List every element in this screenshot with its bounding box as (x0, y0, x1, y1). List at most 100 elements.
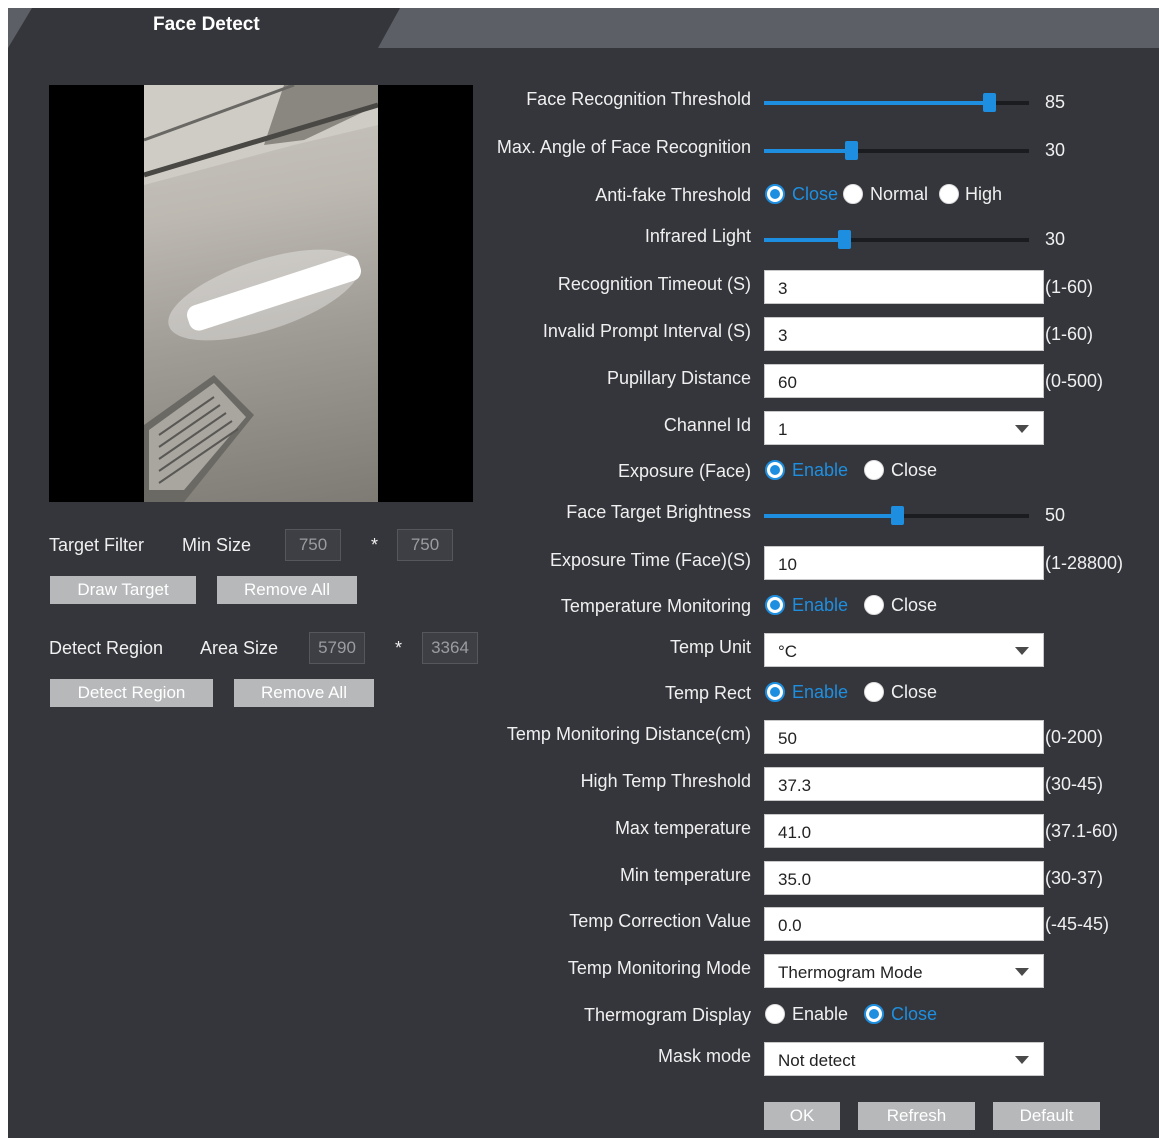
temp-correction-label: Temp Correction Value (569, 911, 751, 931)
temp-rect-close-radio[interactable] (864, 682, 884, 702)
anti-fake-high-radio[interactable] (939, 184, 959, 204)
min-size-height-input[interactable]: 750 (397, 529, 453, 561)
exposure-face-enable-label[interactable]: Enable (792, 460, 848, 481)
max-temperature-label: Max temperature (614, 818, 751, 838)
thermogram-display-close-radio[interactable] (864, 1004, 884, 1024)
exposure-time-input[interactable]: 10 (764, 546, 1044, 580)
temp-monitoring-distance-input[interactable]: 50 (764, 720, 1044, 754)
temperature-monitoring-enable-label[interactable]: Enable (792, 595, 848, 616)
temp-rect-close-label[interactable]: Close (891, 682, 937, 703)
slider-handle[interactable] (890, 506, 904, 525)
max-angle-slider[interactable] (764, 141, 1029, 160)
slider-fill (764, 149, 852, 153)
exposure-face-enable-radio[interactable] (765, 460, 785, 480)
channel-id-label: Channel Id (663, 415, 751, 435)
high-temp-threshold-label: High Temp Threshold (580, 771, 751, 791)
min-temperature-input[interactable]: 35.0 (764, 861, 1044, 895)
temp-unit-select[interactable]: °C (764, 633, 1044, 667)
temperature-monitoring-close-radio[interactable] (864, 595, 884, 615)
invalid-prompt-interval-range: (1-60) (1045, 324, 1094, 344)
anti-fake-high-label[interactable]: High (965, 184, 1002, 205)
detect-region-button[interactable]: Detect Region (50, 679, 213, 707)
chevron-down-icon (1015, 1056, 1029, 1064)
slider-handle[interactable] (983, 93, 997, 112)
thermogram-display-enable-label[interactable]: Enable (792, 1004, 848, 1025)
thermogram-display-close-label[interactable]: Close (891, 1004, 937, 1025)
area-size-separator: * (395, 638, 403, 658)
draw-target-button[interactable]: Draw Target (50, 576, 196, 604)
infrared-light-slider[interactable] (764, 230, 1029, 249)
temp-unit-label: Temp Unit (669, 637, 751, 657)
default-button[interactable]: Default (993, 1102, 1100, 1130)
min-temperature-label: Min temperature (619, 865, 751, 885)
mask-mode-select[interactable]: Not detect (764, 1042, 1044, 1076)
face-recognition-threshold-label: Face Recognition Threshold (526, 89, 751, 109)
slider-fill (764, 238, 844, 242)
pupillary-distance-label: Pupillary Distance (606, 368, 751, 388)
invalid-prompt-interval-input[interactable]: 3 (764, 317, 1044, 351)
exposure-time-range: (1-28800) (1045, 553, 1124, 573)
min-size-separator: * (371, 535, 379, 555)
slider-handle[interactable] (837, 230, 851, 249)
temp-rect-label: Temp Rect (664, 683, 751, 703)
channel-id-value: 1 (778, 420, 788, 439)
temperature-monitoring-label: Temperature Monitoring (560, 596, 751, 616)
chevron-down-icon (1015, 968, 1029, 976)
high-temp-threshold-input[interactable]: 37.3 (764, 767, 1044, 801)
pupillary-distance-range: (0-500) (1045, 371, 1104, 391)
mask-mode-label: Mask mode (657, 1046, 751, 1066)
temp-monitoring-distance-range: (0-200) (1045, 727, 1104, 747)
exposure-face-label: Exposure (Face) (617, 461, 751, 481)
face-recognition-threshold-slider[interactable] (764, 93, 1029, 112)
invalid-prompt-interval-label: Invalid Prompt Interval (S) (542, 321, 751, 341)
area-size-width-input[interactable]: 5790 (309, 632, 365, 664)
max-temperature-input[interactable]: 41.0 (764, 814, 1044, 848)
infrared-light-value: 30 (1045, 229, 1066, 249)
temperature-monitoring-enable-radio[interactable] (765, 595, 785, 615)
infrared-light-label: Infrared Light (644, 226, 751, 246)
face-target-brightness-label: Face Target Brightness (566, 502, 751, 522)
temp-correction-range: (-45-45) (1045, 914, 1110, 934)
high-temp-threshold-range: (30-45) (1045, 774, 1104, 794)
channel-id-select[interactable]: 1 (764, 411, 1044, 445)
exposure-face-close-radio[interactable] (864, 460, 884, 480)
mask-mode-value: Not detect (778, 1051, 856, 1070)
remove-all-target-button[interactable]: Remove All (217, 576, 357, 604)
temp-monitoring-mode-select[interactable]: Thermogram Mode (764, 954, 1044, 988)
chevron-down-icon (1015, 647, 1029, 655)
slider-fill (764, 514, 897, 518)
camera-preview[interactable] (49, 85, 473, 502)
exposure-time-label: Exposure Time (Face)(S) (549, 550, 751, 570)
temp-rect-enable-label[interactable]: Enable (792, 682, 848, 703)
camera-image (144, 85, 378, 502)
temp-monitoring-distance-label: Temp Monitoring Distance(cm) (506, 724, 751, 744)
temperature-monitoring-close-label[interactable]: Close (891, 595, 937, 616)
refresh-button[interactable]: Refresh (858, 1102, 975, 1130)
ok-button[interactable]: OK (764, 1102, 840, 1130)
area-size-height-input[interactable]: 3364 (422, 632, 478, 664)
face-target-brightness-slider[interactable] (764, 506, 1029, 525)
remove-all-region-button[interactable]: Remove All (234, 679, 374, 707)
temp-monitoring-mode-value: Thermogram Mode (778, 963, 923, 982)
area-size-label: Area Size (200, 638, 279, 658)
max-temperature-range: (37.1-60) (1045, 821, 1119, 841)
tab-face-detect-label: Face Detect (153, 14, 260, 35)
min-temperature-range: (30-37) (1045, 868, 1104, 888)
anti-fake-normal-label[interactable]: Normal (870, 184, 928, 205)
exposure-face-close-label[interactable]: Close (891, 460, 937, 481)
min-size-width-input[interactable]: 750 (285, 529, 341, 561)
detect-region-label: Detect Region (49, 638, 164, 658)
recognition-timeout-range: (1-60) (1045, 277, 1094, 297)
anti-fake-normal-radio[interactable] (843, 184, 863, 204)
thermogram-display-label: Thermogram Display (583, 1005, 751, 1025)
thermogram-display-enable-radio[interactable] (765, 1004, 785, 1024)
recognition-timeout-input[interactable]: 3 (764, 270, 1044, 304)
slider-handle[interactable] (845, 141, 859, 160)
anti-fake-close-label[interactable]: Close (792, 184, 838, 205)
anti-fake-close-radio[interactable] (765, 184, 785, 204)
temp-monitoring-mode-label: Temp Monitoring Mode (567, 958, 751, 978)
temp-correction-input[interactable]: 0.0 (764, 907, 1044, 941)
recognition-timeout-label: Recognition Timeout (S) (557, 274, 751, 294)
pupillary-distance-input[interactable]: 60 (764, 364, 1044, 398)
temp-rect-enable-radio[interactable] (765, 682, 785, 702)
